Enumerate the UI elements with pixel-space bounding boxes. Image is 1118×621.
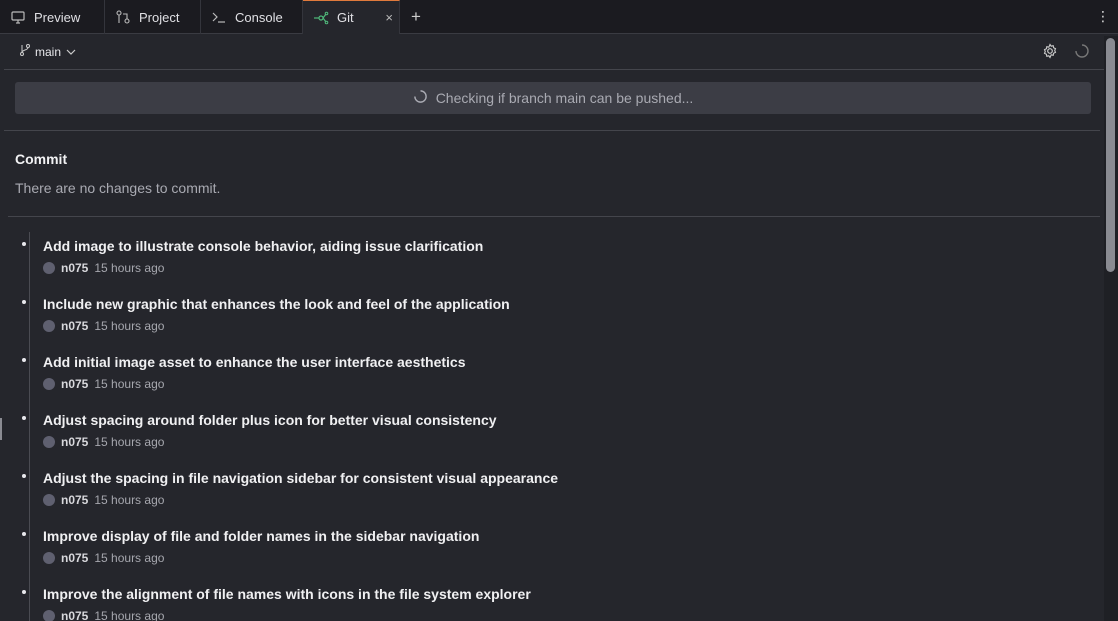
commit-item[interactable]: Add initial image asset to enhance the u… [0, 349, 1100, 407]
avatar [43, 436, 55, 448]
commit-section-title: Commit [15, 151, 68, 167]
avatar [43, 320, 55, 332]
commit-message: Improve the alignment of file names with… [43, 586, 531, 602]
commit-author: n075 [61, 609, 89, 621]
add-tab-button[interactable]: + [400, 0, 432, 33]
commit-item[interactable]: Include new graphic that enhances the lo… [0, 291, 1100, 349]
commit-dot [22, 242, 26, 246]
tab-preview[interactable]: Preview [0, 0, 105, 34]
divider [8, 216, 1100, 217]
refresh-spinner-icon[interactable] [1074, 43, 1090, 64]
commit-message: Add initial image asset to enhance the u… [43, 354, 466, 370]
push-status-text: Checking if branch main can be pushed... [435, 90, 694, 106]
commit-message: Add image to illustrate console behavior… [43, 238, 484, 254]
commit-author: n075 [61, 493, 89, 507]
commit-item[interactable]: Improve the alignment of file names with… [0, 581, 1100, 621]
commit-dot [22, 474, 26, 478]
chevron-down-icon [66, 45, 76, 59]
commit-message: Adjust spacing around folder plus icon f… [43, 412, 497, 428]
branch-name: main [35, 44, 62, 59]
avatar [43, 262, 55, 274]
git-panel-app: Preview Project Console Git × + ⋮ main C… [0, 0, 1118, 621]
commit-author: n075 [61, 551, 89, 565]
scrollbar-thumb[interactable] [1106, 38, 1115, 272]
tab-label: Git [337, 10, 354, 25]
commit-author: n075 [61, 319, 89, 333]
commit-time: 15 hours ago [94, 319, 165, 333]
commit-time: 15 hours ago [94, 261, 165, 275]
branch-toolbar: main [4, 34, 1104, 70]
commit-empty-message: There are no changes to commit. [15, 180, 221, 196]
divider [4, 130, 1100, 131]
tab-console[interactable]: Console [201, 0, 303, 34]
tab-label: Preview [34, 9, 81, 25]
branch-icon [20, 44, 30, 59]
commit-item[interactable]: Adjust the spacing in file navigation si… [0, 465, 1100, 523]
commit-item[interactable]: Add image to illustrate console behavior… [0, 233, 1100, 291]
push-status-button[interactable]: Checking if branch main can be pushed... [15, 82, 1091, 114]
git-icon [313, 10, 329, 26]
commit-meta: n075 15 hours ago [43, 377, 164, 391]
settings-gear-icon[interactable] [1042, 43, 1058, 64]
tab-bar: Preview Project Console Git × + ⋮ [0, 0, 1118, 34]
avatar [43, 378, 55, 390]
commit-time: 15 hours ago [94, 493, 165, 507]
avatar [43, 610, 55, 621]
tab-project[interactable]: Project [105, 0, 201, 34]
commit-item[interactable]: Improve display of file and folder names… [0, 523, 1100, 581]
branch-compare-icon [115, 9, 131, 25]
commit-dot [22, 416, 26, 420]
commit-time: 15 hours ago [94, 551, 165, 565]
commit-item[interactable]: Adjust spacing around folder plus icon f… [0, 407, 1100, 465]
commit-meta: n075 15 hours ago [43, 319, 164, 333]
loading-spinner-icon [413, 89, 428, 107]
commit-dot [22, 300, 26, 304]
commit-dot [22, 590, 26, 594]
commit-dot [22, 532, 26, 536]
monitor-icon [10, 9, 26, 25]
commit-author: n075 [61, 261, 89, 275]
resize-handle[interactable] [0, 418, 2, 440]
commit-meta: n075 15 hours ago [43, 435, 164, 449]
commit-author: n075 [61, 377, 89, 391]
commit-meta: n075 15 hours ago [43, 493, 164, 507]
more-options-icon[interactable]: ⋮ [1096, 9, 1110, 23]
commit-dot [22, 358, 26, 362]
commit-time: 15 hours ago [94, 609, 165, 621]
branch-selector[interactable]: main [20, 44, 76, 59]
tab-git[interactable]: Git × [303, 0, 400, 34]
commit-meta: n075 15 hours ago [43, 261, 164, 275]
commit-time: 15 hours ago [94, 435, 165, 449]
commit-message: Improve display of file and folder names… [43, 528, 480, 544]
tab-label: Project [139, 9, 180, 25]
avatar [43, 494, 55, 506]
tab-label: Console [235, 9, 283, 25]
terminal-icon [211, 9, 227, 25]
commit-message: Include new graphic that enhances the lo… [43, 296, 510, 312]
commit-author: n075 [61, 435, 89, 449]
commit-message: Adjust the spacing in file navigation si… [43, 470, 559, 486]
avatar [43, 552, 55, 564]
commit-time: 15 hours ago [94, 377, 165, 391]
close-icon[interactable]: × [385, 10, 393, 25]
commit-meta: n075 15 hours ago [43, 609, 164, 621]
commit-meta: n075 15 hours ago [43, 551, 164, 565]
